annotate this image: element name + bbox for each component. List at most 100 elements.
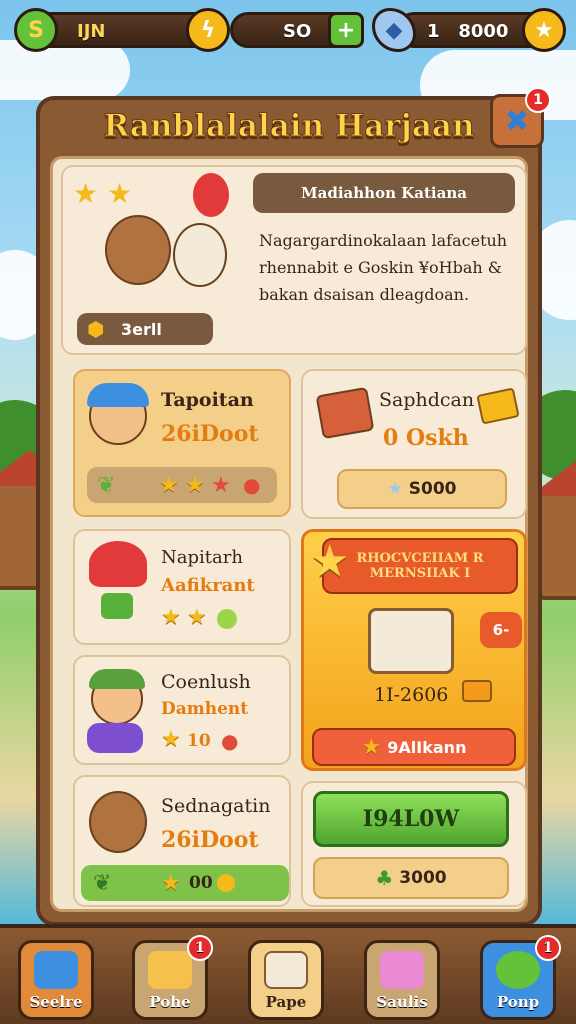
featured-action: 9AlIkann bbox=[387, 737, 467, 757]
star-icon: ★ bbox=[161, 870, 181, 896]
green-orb-icon bbox=[217, 609, 237, 629]
stars-cluster-icon: ★ ★ bbox=[73, 177, 133, 210]
apple-icon: ● bbox=[243, 473, 261, 497]
nav-label: Seelre bbox=[29, 993, 83, 1011]
event-counter: 3erll bbox=[121, 319, 162, 339]
leaf-icon: ❦ bbox=[93, 870, 112, 896]
monkey-character-icon bbox=[89, 791, 147, 853]
buy-button[interactable]: I94L0W bbox=[313, 791, 509, 847]
rabbit-character-icon bbox=[173, 223, 227, 287]
leaf-icon: ❦ bbox=[97, 472, 116, 498]
close-badge: 1 bbox=[525, 87, 551, 113]
bottom-price: 3000 bbox=[399, 868, 447, 888]
star-icon: ★ bbox=[185, 472, 205, 498]
nav-label: Saulis bbox=[376, 993, 428, 1011]
energy-coin-icon[interactable]: ϟ bbox=[186, 8, 230, 52]
apple-icon: ● bbox=[221, 729, 239, 753]
featured-amount: 1I-2606 bbox=[374, 684, 449, 706]
star-coin-icon[interactable]: ★ bbox=[522, 8, 566, 52]
nav-label: Ponp bbox=[496, 993, 540, 1011]
purple-shirt-icon bbox=[87, 723, 143, 753]
featured-banner-line1: RHOCVCEIIAM R bbox=[356, 551, 484, 566]
cupcake-icon bbox=[380, 951, 424, 989]
star-icon: ★ bbox=[159, 472, 179, 498]
store-icon bbox=[34, 951, 78, 989]
currency-left-value: IJN bbox=[77, 21, 106, 42]
close-button[interactable]: ✖ 1 bbox=[490, 87, 551, 148]
hot-air-balloon-icon bbox=[89, 541, 147, 587]
task-name: Tapoitan bbox=[161, 389, 254, 411]
coin-icon bbox=[217, 874, 235, 892]
top-resource-bar: IJN S ϟ SO + 1 8000 ◆ ★ bbox=[8, 6, 568, 52]
task-name: Sednagatin bbox=[161, 795, 271, 817]
currency-middle-value: SO bbox=[283, 21, 312, 42]
event-header: Madiahhon Katiana bbox=[301, 184, 467, 202]
balloon-icon bbox=[193, 173, 229, 217]
task-card[interactable]: Napitarh Aafikrant ★ ★ bbox=[73, 529, 291, 645]
shop-price-button[interactable]: ★ S000 bbox=[337, 469, 507, 509]
nav-button-ponp[interactable]: Ponp 1 bbox=[480, 935, 561, 1020]
treasure-chest-icon bbox=[368, 608, 454, 674]
counter-gem-icon: ⬢ bbox=[87, 317, 105, 341]
panel-title: Ranblalalain Harjaan bbox=[103, 108, 475, 145]
bottom-price-button[interactable]: ♣ 3000 bbox=[313, 857, 509, 899]
star-badge-icon: ★ bbox=[310, 536, 350, 587]
nav-button-saulis[interactable]: Saulis bbox=[364, 940, 440, 1020]
buy-button-label: I94L0W bbox=[362, 806, 460, 832]
gold-bar-icon bbox=[462, 680, 492, 702]
featured-action-button[interactable]: ★ 9AlIkann bbox=[312, 728, 516, 766]
featured-banner: RHOCVCEIIAM R MERNSIIAK I bbox=[322, 538, 518, 594]
star-icon: ★ bbox=[387, 479, 403, 499]
shop-item-card[interactable]: Saphdcan 0 Oskh ★ S000 bbox=[301, 369, 527, 519]
event-info-card: ★ ★ ⬢ 3erll Madiahhon Katiana Nagargardi… bbox=[61, 165, 527, 355]
bottom-nav: Seelre Pohe 1 Pape Saulis Ponp 1 bbox=[0, 924, 576, 1024]
task-card[interactable]: Coenlush Damhent ★ 10 ● bbox=[73, 655, 291, 765]
task-stars-count: 10 bbox=[187, 731, 211, 751]
close-icon: ✖ bbox=[504, 103, 530, 139]
blue-cap-icon bbox=[87, 383, 149, 407]
add-currency-button[interactable]: + bbox=[328, 12, 364, 48]
task-reward: 26iDoot bbox=[161, 827, 259, 853]
basket-icon bbox=[101, 593, 133, 619]
nav-button-store[interactable]: Seelre bbox=[18, 940, 94, 1020]
featured-side-tag: 6- bbox=[480, 612, 522, 648]
star-icon: ★ bbox=[211, 472, 231, 498]
task-reward: 26iDoot bbox=[161, 421, 259, 447]
task-stars-count: 00 bbox=[189, 873, 213, 893]
shop-item-sub: 0 Oskh bbox=[383, 425, 469, 451]
nav-button-pohe[interactable]: Pohe 1 bbox=[132, 935, 213, 1020]
task-card[interactable]: Sednagatin 26iDoot ❦ ★ 00 bbox=[73, 775, 291, 907]
scroll-icon bbox=[148, 951, 192, 989]
task-name: Napitarh bbox=[161, 547, 243, 568]
clover-icon: ♣ bbox=[375, 866, 394, 890]
featured-banner-line2: MERNSIIAK I bbox=[369, 566, 471, 581]
task-card[interactable]: Tapoitan 26iDoot ❦ ★ ★ ★ ● bbox=[73, 369, 291, 517]
snake-coin-icon[interactable]: S bbox=[14, 8, 58, 52]
task-reward: Aafikrant bbox=[161, 575, 255, 596]
featured-side-tag-text: 6- bbox=[492, 621, 510, 639]
event-description: Nagargardinokalaan lafacetuh rhennabit e… bbox=[259, 231, 508, 304]
event-counter-pill: ⬢ 3erll bbox=[77, 313, 213, 345]
event-header-pill: Madiahhon Katiana bbox=[253, 173, 515, 213]
task-progress-pill: ❦ ★ 00 bbox=[81, 865, 289, 901]
snake-icon bbox=[496, 951, 540, 989]
task-progress-pill: ❦ ★ ★ ★ ● bbox=[87, 467, 277, 503]
nav-button-pape[interactable]: Pape bbox=[248, 940, 324, 1020]
task-reward: Damhent bbox=[161, 699, 249, 719]
nav-badge: 1 bbox=[535, 935, 561, 961]
featured-offer-card[interactable]: RHOCVCEIIAM R MERNSIIAK I ★ 6- 1I-2606 ★… bbox=[301, 529, 527, 771]
green-hat-icon bbox=[89, 669, 145, 689]
shop-price: S000 bbox=[408, 479, 457, 499]
star-icon: ★ bbox=[361, 734, 382, 760]
nav-badge: 1 bbox=[187, 935, 213, 961]
envelope-icon bbox=[476, 387, 520, 425]
nav-label: Pohe bbox=[149, 993, 191, 1011]
panel-content: ★ ★ ⬢ 3erll Madiahhon Katiana Nagargardi… bbox=[50, 156, 528, 912]
task-name: Coenlush bbox=[161, 671, 251, 693]
cake-icon bbox=[264, 951, 308, 989]
bear-character-icon bbox=[105, 215, 171, 285]
event-panel: Ranblalalain Harjaan ✖ 1 ★ ★ ⬢ 3erll Mad… bbox=[36, 87, 551, 926]
star-icon: ★ bbox=[161, 727, 181, 752]
purchase-card: I94L0W ♣ 3000 bbox=[301, 781, 527, 907]
shop-item-name: Saphdcan bbox=[379, 389, 475, 411]
